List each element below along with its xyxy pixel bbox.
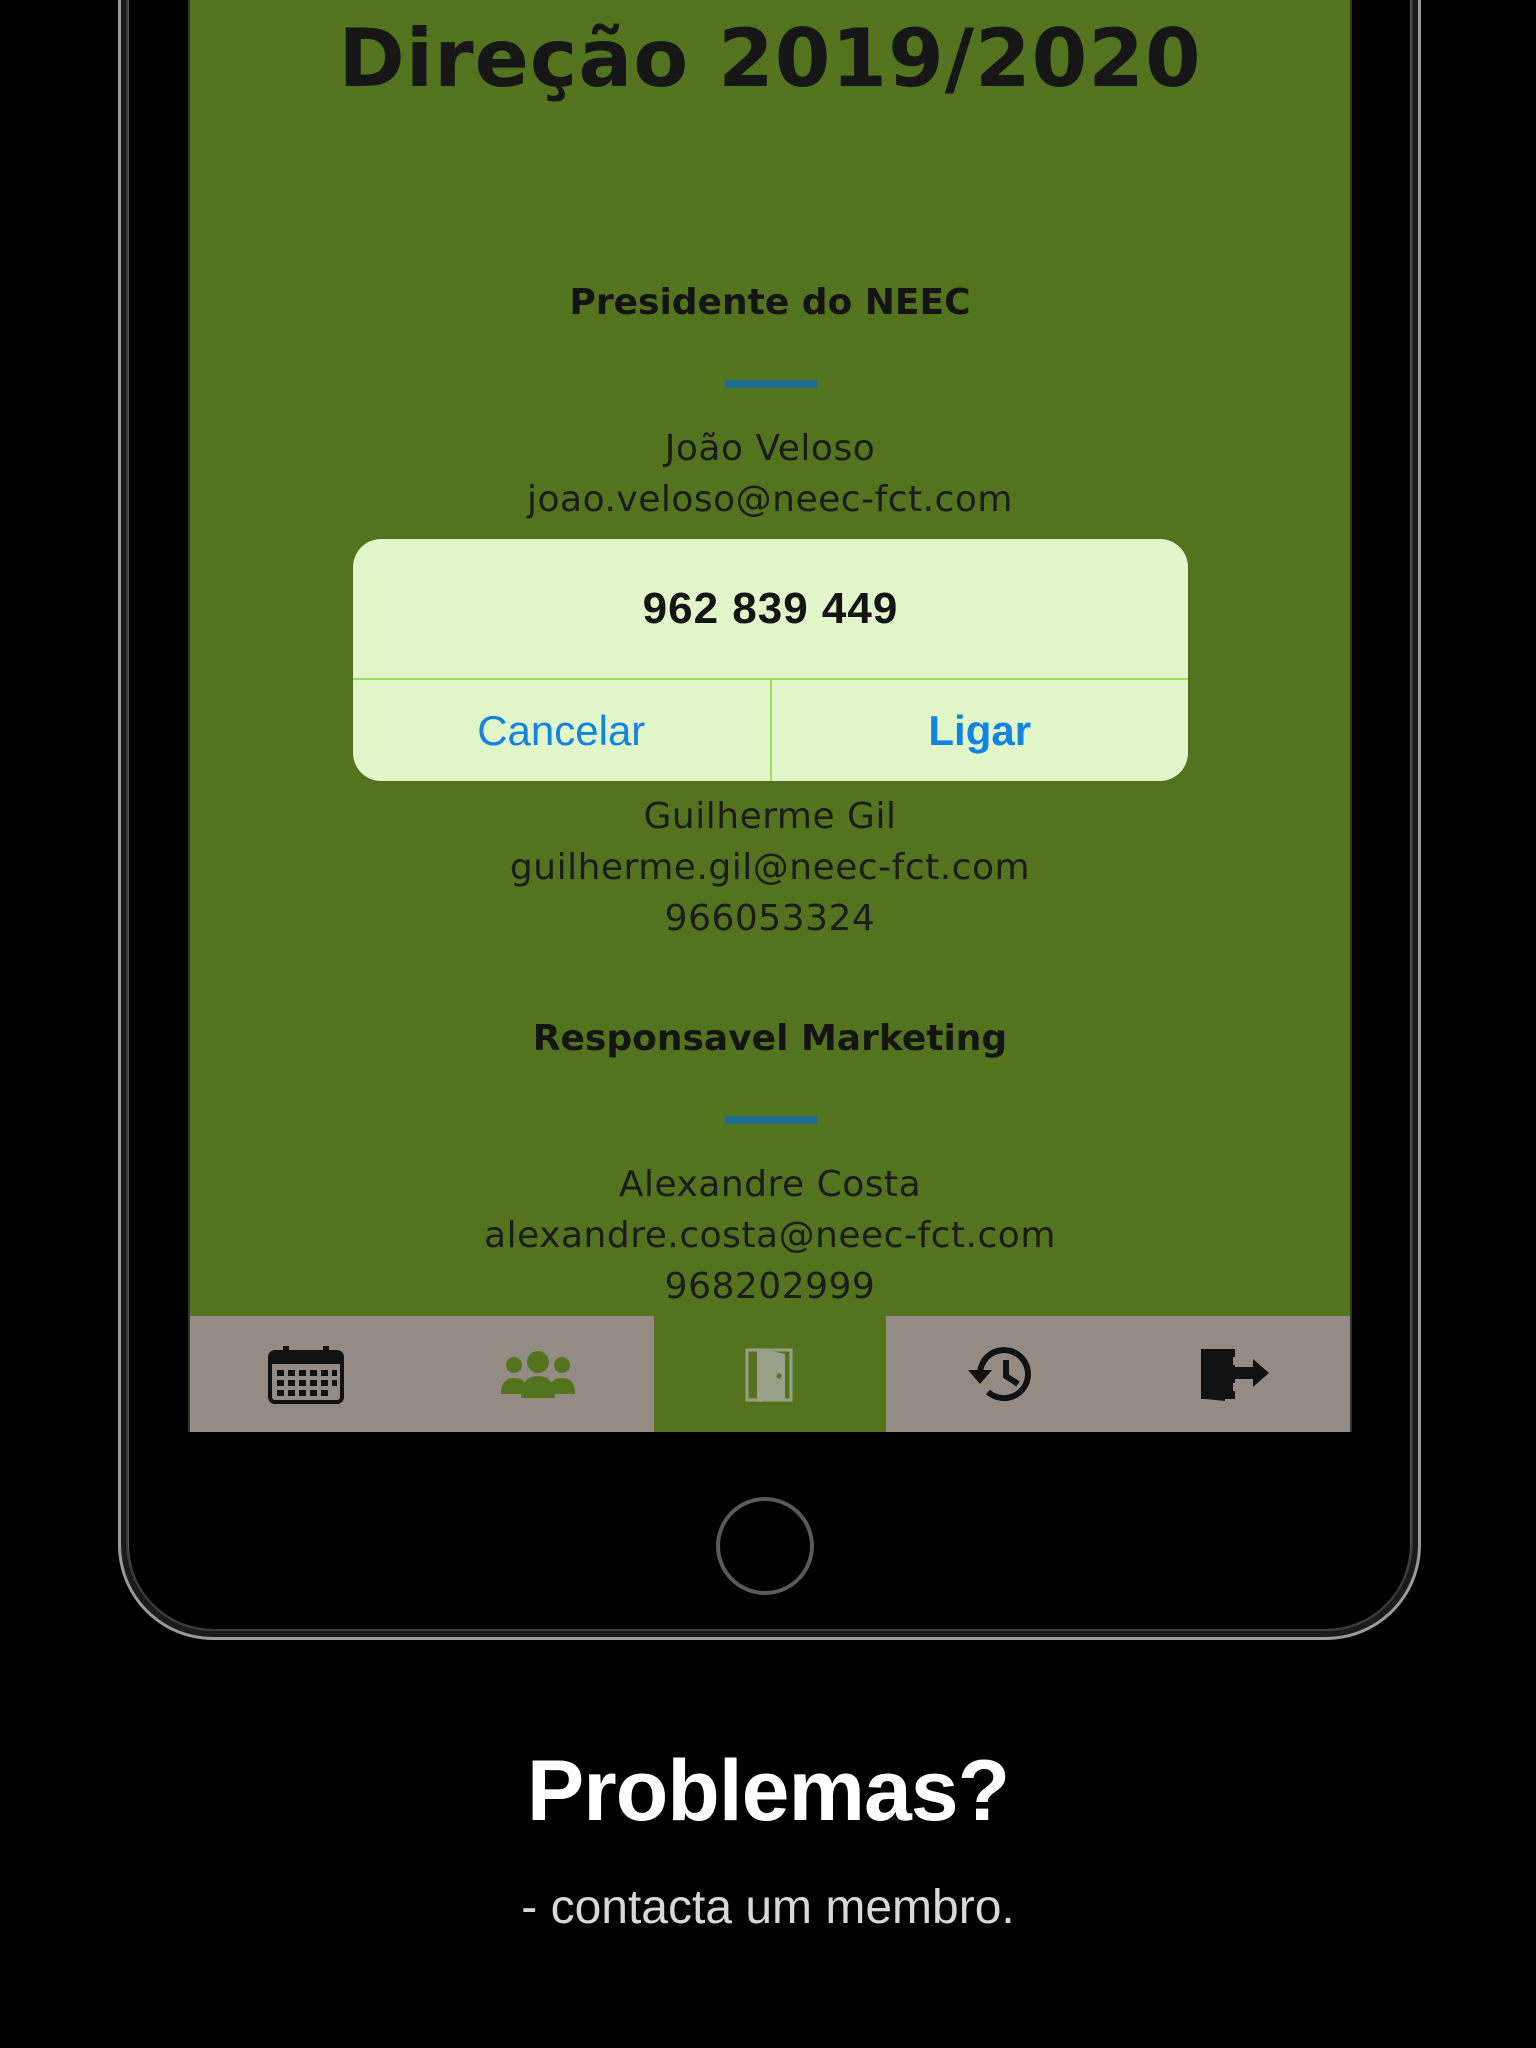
section-divider [725, 1116, 817, 1124]
tab-history[interactable] [886, 1316, 1118, 1432]
member-email[interactable]: guilherme.gil@neec-fct.com [190, 847, 1350, 888]
role-heading-marketing: Responsavel Marketing [532, 1018, 1008, 1059]
tab-members[interactable] [422, 1316, 654, 1432]
dialog-phone-number: 962 839 449 [353, 539, 1188, 680]
tab-contacts[interactable] [654, 1316, 886, 1432]
tab-calendar[interactable] [190, 1316, 422, 1432]
call-button[interactable]: Ligar [769, 680, 1189, 781]
member-name: João Veloso [664, 428, 876, 469]
door-icon [745, 1348, 793, 1402]
member-email[interactable]: joao.veloso@neec-fct.com [190, 479, 1350, 520]
member-email[interactable]: alexandre.costa@neec-fct.com [190, 1215, 1350, 1256]
call-dialog: 962 839 449 Cancelar Ligar [353, 539, 1188, 781]
calendar-icon [268, 1346, 344, 1404]
dialog-buttons: Cancelar Ligar [353, 680, 1188, 781]
bottom-tab-bar [190, 1316, 1350, 1432]
caption-subtitle: - contacta um membro. [521, 1881, 1015, 1934]
history-icon [968, 1347, 1031, 1402]
page-title: Direção 2019/2020 [338, 12, 1202, 105]
tab-logout[interactable] [1118, 1316, 1350, 1432]
member-phone[interactable]: 968202999 [190, 1266, 1350, 1307]
member-name: Guilherme Gil [643, 796, 897, 837]
logout-icon [1201, 1349, 1269, 1401]
member-phone[interactable]: 966053324 [190, 898, 1350, 939]
home-button[interactable] [716, 1497, 814, 1595]
caption-title: Problemas? [526, 1743, 1010, 1839]
section-divider [725, 380, 817, 388]
app-screen: Direção 2019/2020 Presidente do NEEC Joã… [188, 0, 1352, 1432]
role-heading-president: Presidente do NEEC [569, 282, 971, 323]
cancel-button[interactable]: Cancelar [353, 680, 770, 781]
group-icon [501, 1351, 575, 1398]
member-name: Alexandre Costa [618, 1164, 922, 1205]
